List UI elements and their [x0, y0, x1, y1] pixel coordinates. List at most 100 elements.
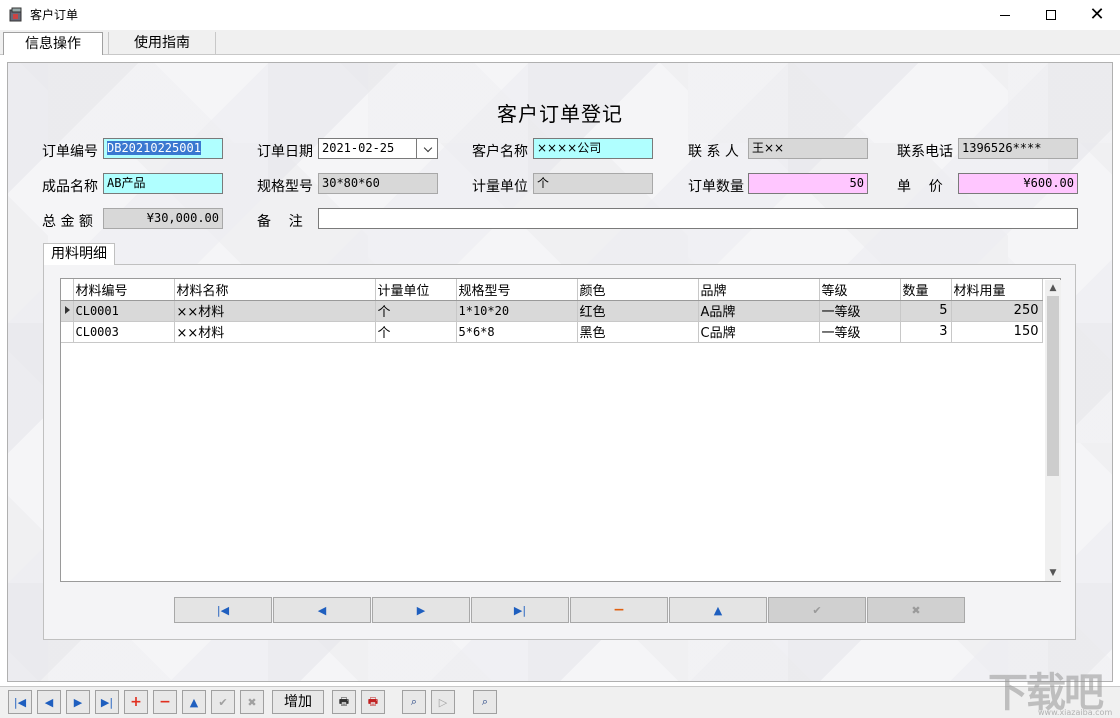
table-row[interactable]: CL0003 ××材料 个 5*6*8 黑色 C品牌 一等级 3 150: [61, 321, 1043, 343]
next-record-icon: ▶: [416, 603, 426, 617]
edit-record-button[interactable]: ▲: [182, 690, 206, 714]
order-date-field[interactable]: 2021-02-25: [318, 138, 417, 159]
col-header[interactable]: 材料用量: [951, 279, 1043, 301]
add-button[interactable]: 增加: [272, 690, 324, 714]
last-record-icon: ▶|: [513, 603, 527, 617]
first-record-button[interactable]: |◀: [8, 690, 32, 714]
grid-cell[interactable]: 5*6*8: [456, 321, 578, 343]
up-triangle-icon: ▲: [713, 603, 723, 617]
grid-cell[interactable]: 红色: [577, 300, 699, 322]
tab-user-guide[interactable]: 使用指南: [108, 32, 216, 55]
preview-button[interactable]: ⌕: [402, 690, 426, 714]
grid-cell[interactable]: 黑色: [577, 321, 699, 343]
close-button[interactable]: ✕: [1074, 0, 1120, 30]
cancel-record-button[interactable]: ✖: [240, 690, 264, 714]
contact-label: 联 系 人: [688, 144, 739, 160]
tab-materials[interactable]: 用料明细: [43, 243, 115, 265]
total-field[interactable]: ¥30,000.00: [103, 208, 223, 229]
nav-last-button[interactable]: ▶|: [471, 597, 569, 623]
close-icon: ✕: [1089, 4, 1105, 25]
qty-field[interactable]: 50: [748, 173, 868, 194]
total-label: 总 金 额: [42, 214, 93, 230]
grid-scrollbar[interactable]: ▲ ▼: [1045, 280, 1061, 581]
product-label: 成品名称: [42, 179, 98, 195]
spec-field[interactable]: 30*80*60: [318, 173, 438, 194]
search-button[interactable]: ⌕: [473, 690, 497, 714]
x-icon: ✖: [247, 695, 257, 709]
scroll-down-icon[interactable]: ▼: [1045, 565, 1061, 581]
grid-cell[interactable]: 250: [951, 300, 1043, 322]
materials-grid[interactable]: 材料编号 材料名称 计量单位 规格型号 颜色 品牌 等级 数量 材料用量 CL0…: [60, 278, 1061, 582]
col-header[interactable]: 计量单位: [375, 279, 457, 301]
maximize-button[interactable]: [1028, 0, 1074, 30]
delete-record-button[interactable]: −: [153, 690, 177, 714]
product-field[interactable]: AB产品: [103, 173, 223, 194]
grid-cell[interactable]: 个: [375, 300, 457, 322]
grid-cell[interactable]: CL0003: [73, 321, 175, 343]
tab-info-operation[interactable]: 信息操作: [3, 32, 103, 55]
play-button[interactable]: ▷: [431, 690, 455, 714]
col-header[interactable]: 材料名称: [174, 279, 376, 301]
print-button[interactable]: 🖶: [332, 690, 356, 714]
qty-label: 订单数量: [688, 179, 744, 195]
grid-cell[interactable]: ××材料: [174, 321, 376, 343]
order-no-field[interactable]: DB20210225001: [103, 138, 223, 159]
grid-cell[interactable]: ××材料: [174, 300, 376, 322]
prev-record-button[interactable]: ◀: [37, 690, 61, 714]
order-no-value: DB20210225001: [107, 141, 201, 155]
row-indicator: [61, 300, 74, 322]
price-field[interactable]: ¥600.00: [958, 173, 1078, 194]
last-record-button[interactable]: ▶|: [95, 690, 119, 714]
grid-cell[interactable]: 3: [900, 321, 952, 343]
nav-delete-button[interactable]: −: [570, 597, 668, 623]
grid-header: 材料编号 材料名称 计量单位 规格型号 颜色 品牌 等级 数量 材料用量: [61, 279, 1043, 301]
unit-field[interactable]: 个: [533, 173, 653, 194]
grid-cell[interactable]: A品牌: [698, 300, 820, 322]
nav-edit-button[interactable]: ▲: [669, 597, 767, 623]
minus-icon: −: [613, 602, 625, 618]
remark-field[interactable]: [318, 208, 1078, 229]
col-header[interactable]: 颜色: [577, 279, 699, 301]
grid-cell[interactable]: 5: [900, 300, 952, 322]
print-export-button[interactable]: 🖶: [361, 690, 385, 714]
grid-cell[interactable]: 个: [375, 321, 457, 343]
prev-record-icon: ◀: [317, 603, 327, 617]
nav-first-button[interactable]: |◀: [174, 597, 272, 623]
grid-corner: [61, 279, 74, 301]
nav-next-button[interactable]: ▶: [372, 597, 470, 623]
scroll-thumb[interactable]: [1047, 296, 1059, 476]
phone-field[interactable]: 1396526****: [958, 138, 1078, 159]
col-header[interactable]: 材料编号: [73, 279, 175, 301]
minimize-button[interactable]: [982, 0, 1028, 30]
app-icon: [9, 7, 22, 22]
scroll-up-icon[interactable]: ▲: [1045, 280, 1061, 296]
col-header[interactable]: 品牌: [698, 279, 820, 301]
current-row-icon: [65, 306, 70, 314]
col-header[interactable]: 规格型号: [456, 279, 578, 301]
grid-cell[interactable]: 150: [951, 321, 1043, 343]
col-header[interactable]: 数量: [900, 279, 952, 301]
customer-field[interactable]: ××××公司: [533, 138, 653, 159]
post-record-button[interactable]: ✔: [211, 690, 235, 714]
grid-navigator: |◀ ◀ ▶ ▶| − ▲ ✔ ✖: [174, 597, 966, 623]
maximize-icon: [1046, 10, 1056, 20]
grid-cell[interactable]: C品牌: [698, 321, 820, 343]
title-bar: 客户订单 ✕: [0, 0, 1120, 30]
table-row[interactable]: CL0001 ××材料 个 1*10*20 红色 A品牌 一等级 5 250: [61, 300, 1043, 322]
grid-cell[interactable]: 一等级: [819, 300, 901, 322]
nav-prev-button[interactable]: ◀: [273, 597, 371, 623]
contact-field[interactable]: 王××: [748, 138, 868, 159]
grid-cell[interactable]: 一等级: [819, 321, 901, 343]
check-icon: ✔: [218, 695, 228, 709]
next-record-button[interactable]: ▶: [66, 690, 90, 714]
col-header[interactable]: 等级: [819, 279, 901, 301]
grid-cell[interactable]: CL0001: [73, 300, 175, 322]
form-heading: 客户订单登记: [497, 102, 623, 126]
check-icon: ✔: [812, 603, 822, 617]
date-dropdown-button[interactable]: [416, 138, 438, 159]
last-record-icon: ▶|: [100, 695, 114, 709]
grid-cell[interactable]: 1*10*20: [456, 300, 578, 322]
nav-post-button[interactable]: ✔: [768, 597, 866, 623]
nav-cancel-button[interactable]: ✖: [867, 597, 965, 623]
insert-record-button[interactable]: +: [124, 690, 148, 714]
